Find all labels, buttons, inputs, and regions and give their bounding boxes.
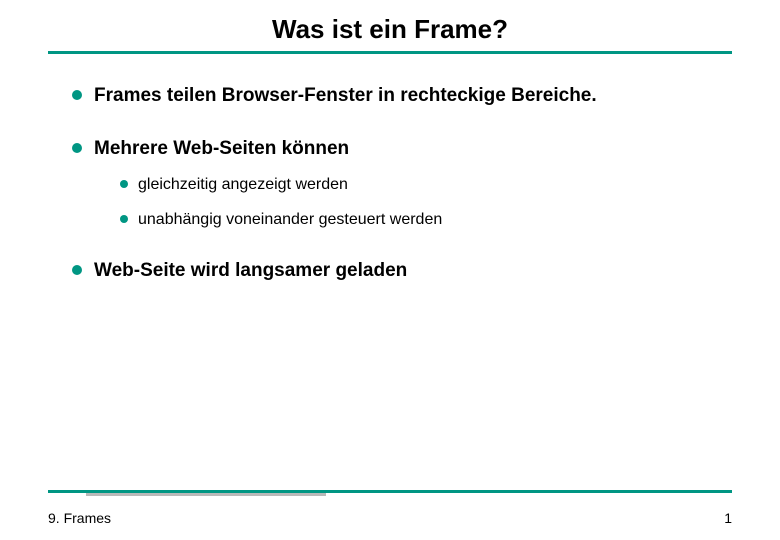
sub-bullet-text: gleichzeitig angezeigt werden	[138, 176, 348, 193]
sub-bullet-text: unabhängig voneinander gesteuert werden	[138, 211, 442, 228]
sub-bullet-item: unabhängig voneinander gesteuert werden	[120, 210, 732, 231]
sub-bullet-item: gleichzeitig angezeigt werden	[120, 175, 732, 196]
footer-left: 9. Frames	[48, 510, 111, 526]
slide-title: Was ist ein Frame?	[0, 0, 780, 51]
bullet-text: Frames teilen Browser-Fenster in rechtec…	[94, 85, 597, 106]
bullet-list: Frames teilen Browser-Fenster in rechtec…	[72, 84, 732, 284]
slide-content: Frames teilen Browser-Fenster in rechtec…	[0, 54, 780, 284]
slide-footer: 9. Frames 1	[0, 490, 780, 526]
bullet-text: Web-Seite wird langsamer geladen	[94, 260, 407, 281]
page-number: 1	[724, 510, 732, 526]
bullet-item: Mehrere Web-Seiten können gleichzeitig a…	[72, 137, 732, 231]
footer-rule-gray	[86, 493, 326, 496]
bullet-item: Web-Seite wird langsamer geladen	[72, 259, 732, 284]
sub-bullet-list: gleichzeitig angezeigt werden unabhängig…	[94, 175, 732, 231]
bullet-text: Mehrere Web-Seiten können	[94, 138, 349, 159]
footer-rule	[48, 490, 732, 496]
slide: Was ist ein Frame? Frames teilen Browser…	[0, 0, 780, 540]
footer-row: 9. Frames 1	[0, 496, 780, 526]
bullet-item: Frames teilen Browser-Fenster in rechtec…	[72, 84, 732, 109]
